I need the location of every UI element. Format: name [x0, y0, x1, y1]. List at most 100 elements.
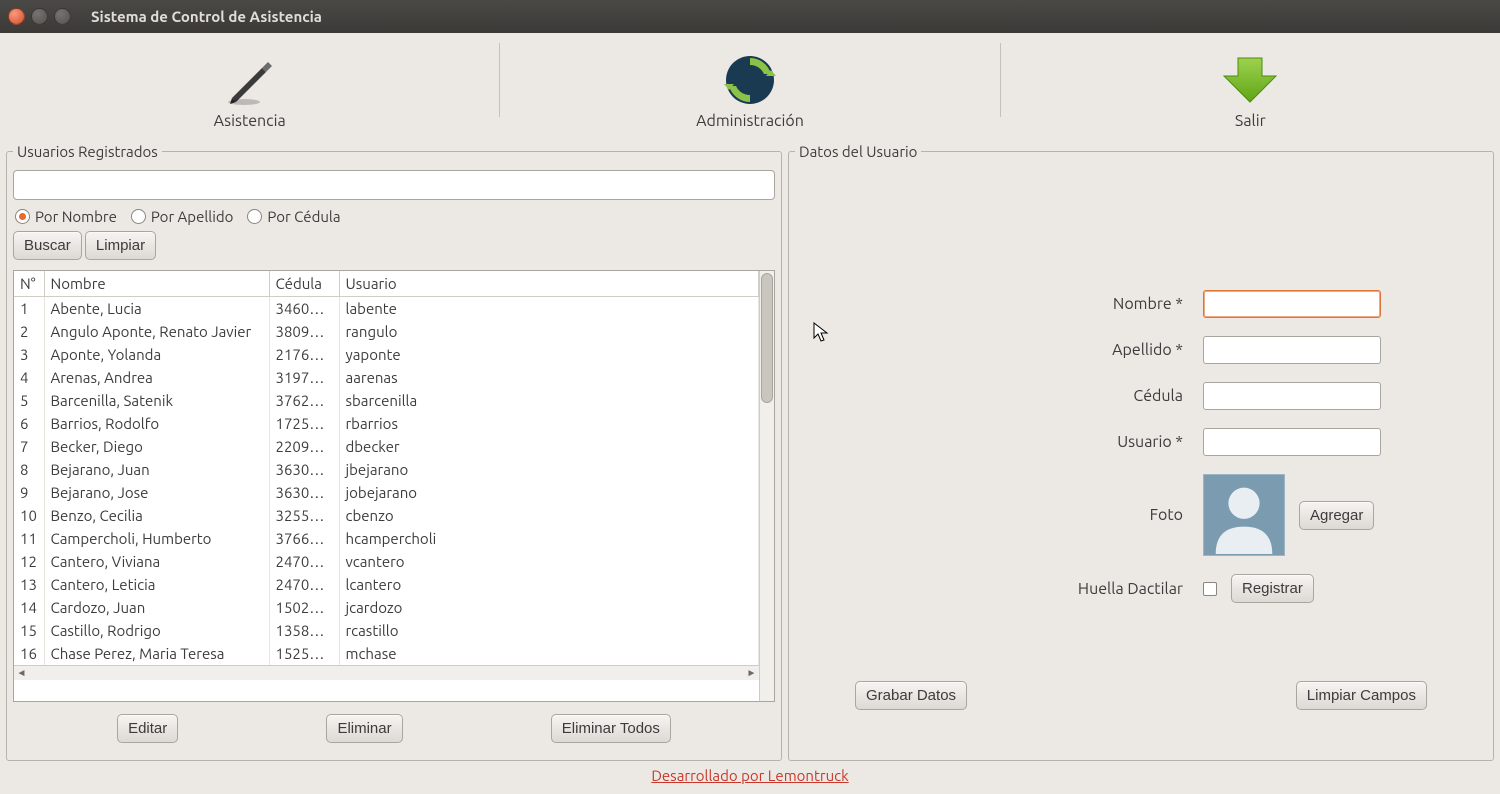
toolbar-asistencia[interactable]: Asistencia — [0, 33, 499, 141]
cell-cedula: 2209608 — [269, 435, 339, 458]
window-maximize-button[interactable] — [54, 8, 71, 25]
col-usuario[interactable]: Usuario — [339, 271, 759, 297]
search-input[interactable] — [13, 170, 775, 200]
cell-n: 9 — [14, 481, 44, 504]
cell-n: 7 — [14, 435, 44, 458]
cell-cedula: 2470896 — [269, 573, 339, 596]
registrar-huella-button[interactable]: Registrar — [1231, 574, 1314, 603]
cell-cedula: 3630484 — [269, 458, 339, 481]
window-minimize-button[interactable] — [31, 8, 48, 25]
cell-cedula: 1502113 — [269, 596, 339, 619]
cell-usuario: lcantero — [339, 573, 759, 596]
scroll-thumb[interactable] — [761, 273, 773, 403]
vertical-scrollbar[interactable] — [759, 271, 774, 701]
cell-cedula: 3255740 — [269, 504, 339, 527]
cell-cedula: 3630500 — [269, 481, 339, 504]
cell-nombre: Cardozo, Juan — [44, 596, 269, 619]
cell-nombre: Angulo Aponte, Renato Javier — [44, 320, 269, 343]
table-row[interactable]: 13Cantero, Leticia2470896lcantero — [14, 573, 759, 596]
cell-usuario: rangulo — [339, 320, 759, 343]
cell-usuario: aarenas — [339, 366, 759, 389]
editar-button[interactable]: Editar — [117, 714, 178, 743]
huella-label: Huella Dactilar — [1033, 580, 1183, 598]
cell-cedula: 1725999 — [269, 412, 339, 435]
users-table[interactable]: N° Nombre Cédula Usuario 1Abente, Lucia3… — [14, 271, 759, 665]
grabar-datos-button[interactable]: Grabar Datos — [855, 681, 967, 710]
table-row[interactable]: 2Angulo Aponte, Renato Javier3809951rang… — [14, 320, 759, 343]
col-nombre[interactable]: Nombre — [44, 271, 269, 297]
table-row[interactable]: 6Barrios, Rodolfo1725999rbarrios — [14, 412, 759, 435]
cell-n: 4 — [14, 366, 44, 389]
radio-por-apellido-input[interactable] — [131, 209, 146, 224]
usuario-input[interactable] — [1203, 428, 1381, 456]
scroll-left-icon[interactable]: ◄ — [14, 666, 29, 680]
huella-checkbox[interactable] — [1203, 582, 1217, 596]
table-row[interactable]: 11Campercholi, Humberto3766179hcampercho… — [14, 527, 759, 550]
cell-n: 1 — [14, 297, 44, 321]
toolbar-administracion[interactable]: Administración — [500, 33, 999, 141]
cell-n: 3 — [14, 343, 44, 366]
eliminar-todos-button[interactable]: Eliminar Todos — [551, 714, 671, 743]
cell-cedula: 1358768 — [269, 619, 339, 642]
window-close-button[interactable] — [8, 8, 25, 25]
cell-nombre: Castillo, Rodrigo — [44, 619, 269, 642]
table-row[interactable]: 5Barcenilla, Satenik3762932sbarcenilla — [14, 389, 759, 412]
cedula-input[interactable] — [1203, 382, 1381, 410]
radio-por-cedula-input[interactable] — [247, 209, 262, 224]
cell-usuario: dbecker — [339, 435, 759, 458]
radio-por-nombre-input[interactable] — [15, 209, 30, 224]
apellido-label: Apellido * — [1033, 341, 1183, 359]
scroll-right-icon[interactable]: ► — [744, 666, 759, 680]
cell-n: 16 — [14, 642, 44, 665]
cell-n: 12 — [14, 550, 44, 573]
limpiar-button[interactable]: Limpiar — [85, 231, 156, 260]
radio-por-cedula[interactable]: Por Cédula — [247, 208, 340, 225]
table-row[interactable]: 12Cantero, Viviana2470891vcantero — [14, 550, 759, 573]
cell-usuario: cbenzo — [339, 504, 759, 527]
table-row[interactable]: 1Abente, Lucia3460397labente — [14, 297, 759, 321]
exit-arrow-icon — [1220, 50, 1280, 110]
cell-nombre: Barcenilla, Satenik — [44, 389, 269, 412]
cell-nombre: Bejarano, Juan — [44, 458, 269, 481]
nombre-input[interactable] — [1203, 290, 1381, 318]
window-title: Sistema de Control de Asistencia — [91, 8, 322, 25]
apellido-input[interactable] — [1203, 336, 1381, 364]
cell-usuario: jbejarano — [339, 458, 759, 481]
table-row[interactable]: 4Arenas, Andrea3197888aarenas — [14, 366, 759, 389]
table-row[interactable]: 10Benzo, Cecilia3255740cbenzo — [14, 504, 759, 527]
footer-link[interactable]: Desarrollado por Lemontruck — [651, 767, 848, 784]
table-row[interactable]: 16Chase Perez, Maria Teresa1525214mchase — [14, 642, 759, 665]
radio-por-apellido[interactable]: Por Apellido — [131, 208, 234, 225]
cell-n: 8 — [14, 458, 44, 481]
cell-nombre: Benzo, Cecilia — [44, 504, 269, 527]
cell-usuario: yaponte — [339, 343, 759, 366]
cell-n: 11 — [14, 527, 44, 550]
usuario-label: Usuario * — [1033, 433, 1183, 451]
cell-nombre: Abente, Lucia — [44, 297, 269, 321]
cell-nombre: Aponte, Yolanda — [44, 343, 269, 366]
limpiar-campos-button[interactable]: Limpiar Campos — [1296, 681, 1427, 710]
cell-n: 6 — [14, 412, 44, 435]
cedula-label: Cédula — [1033, 387, 1183, 405]
table-header-row: N° Nombre Cédula Usuario — [14, 271, 759, 297]
cell-n: 2 — [14, 320, 44, 343]
cell-n: 5 — [14, 389, 44, 412]
cell-nombre: Campercholi, Humberto — [44, 527, 269, 550]
horizontal-scrollbar[interactable]: ◄ ► — [14, 665, 759, 680]
table-row[interactable]: 9Bejarano, Jose3630500jobejarano — [14, 481, 759, 504]
toolbar-salir[interactable]: Salir — [1001, 33, 1500, 141]
col-num[interactable]: N° — [14, 271, 44, 297]
agregar-foto-button[interactable]: Agregar — [1299, 501, 1374, 530]
table-row[interactable]: 8Bejarano, Juan3630484jbejarano — [14, 458, 759, 481]
eliminar-button[interactable]: Eliminar — [326, 714, 402, 743]
table-row[interactable]: 7Becker, Diego2209608dbecker — [14, 435, 759, 458]
table-row[interactable]: 3Aponte, Yolanda2176834yaponte — [14, 343, 759, 366]
table-row[interactable]: 14Cardozo, Juan1502113jcardozo — [14, 596, 759, 619]
cell-cedula: 3460397 — [269, 297, 339, 321]
cell-nombre: Cantero, Viviana — [44, 550, 269, 573]
col-cedula[interactable]: Cédula — [269, 271, 339, 297]
buscar-button[interactable]: Buscar — [13, 231, 82, 260]
table-row[interactable]: 15Castillo, Rodrigo1358768rcastillo — [14, 619, 759, 642]
radio-por-nombre[interactable]: Por Nombre — [15, 208, 117, 225]
toolbar-salir-label: Salir — [1235, 112, 1266, 130]
